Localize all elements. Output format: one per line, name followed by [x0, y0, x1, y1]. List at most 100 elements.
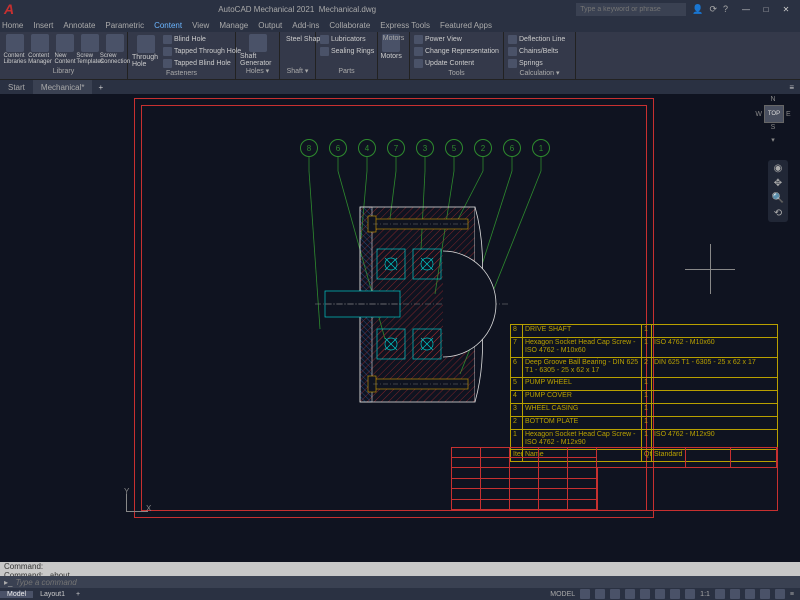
status-model-label[interactable]: MODEL — [550, 591, 575, 598]
tab-drawing[interactable]: Mechanical* — [33, 80, 93, 94]
part-lubricators[interactable]: Lubricators — [320, 34, 374, 45]
menu-manage[interactable]: Manage — [219, 21, 248, 30]
menu-featured-apps[interactable]: Featured Apps — [440, 21, 492, 30]
add-layout-button[interactable]: + — [72, 591, 84, 598]
maximize-button[interactable]: □ — [756, 5, 776, 14]
fastener-tapped-blind-hole[interactable]: Tapped Blind Hole — [163, 58, 241, 69]
bom-cell: ISO 4762 - M10x60 — [652, 338, 777, 357]
bom-row: 4PUMP COVER1 — [510, 390, 778, 403]
motor-power-view[interactable]: Power View — [414, 34, 499, 45]
menu-parametric[interactable]: Parametric — [105, 21, 144, 30]
layout-tab[interactable]: Layout1 — [33, 591, 72, 598]
command-window: Command: Command: _about ▸_ — [0, 562, 800, 588]
clean-screen-icon[interactable] — [775, 589, 785, 599]
bom-cell: 4 — [511, 391, 523, 403]
bom-cell: 1 — [642, 338, 652, 357]
transparency-toggle-icon[interactable] — [685, 589, 695, 599]
panel-label-library: Library — [4, 67, 123, 77]
bom-cell: 1 — [642, 391, 652, 403]
zoom-icon[interactable]: 🔍 — [772, 193, 784, 204]
annotation-scale[interactable]: 1:1 — [700, 591, 710, 598]
menu-insert[interactable]: Insert — [33, 21, 53, 30]
sync-icon[interactable]: ⟳ — [709, 4, 717, 15]
new-tab-button[interactable]: + — [92, 83, 109, 92]
calc-chains-belts[interactable]: Chains/Belts — [508, 46, 571, 57]
panel-label-motors-s: Motors — [382, 34, 405, 44]
menu-view[interactable]: View — [192, 21, 209, 30]
new-content-button[interactable]: NewContent — [54, 34, 76, 65]
drawing-canvas[interactable]: 864735261 — [0, 94, 800, 562]
bom-row: 6Deep Groove Ball Bearing - DIN 625 T1 -… — [510, 357, 778, 377]
drawing-frame-outer: 864735261 — [134, 98, 654, 518]
menu-express-tools[interactable]: Express Tools — [380, 21, 430, 30]
polar-toggle-icon[interactable] — [625, 589, 635, 599]
motor-change-representation[interactable]: Change Representation — [414, 46, 499, 57]
panel-label-calc: Calculation ▾ — [508, 69, 571, 79]
tab-start[interactable]: Start — [0, 80, 33, 94]
motor-update-content[interactable]: Update Content — [414, 58, 499, 69]
screw-templates-button[interactable]: ScrewTemplates — [79, 34, 101, 65]
shaft-steel-shapes[interactable]: Steel Shapes — [284, 34, 311, 45]
menu-annotate[interactable]: Annotate — [63, 21, 95, 30]
status-bar: Model Layout1 + MODEL 1:1 ≡ — [0, 588, 800, 600]
ortho-toggle-icon[interactable] — [610, 589, 620, 599]
bom-cell: 3 — [511, 404, 523, 416]
screw-connection-button[interactable]: ScrewConnection — [104, 34, 126, 65]
tabs-overflow-icon[interactable]: ≡ — [783, 83, 800, 92]
bom-cell: 2 — [511, 417, 523, 429]
through-hole-button[interactable]: Through Hole — [132, 34, 160, 69]
model-tab[interactable]: Model — [0, 591, 33, 598]
fastener-blind-hole[interactable]: Blind Hole — [163, 34, 241, 45]
app-logo: A — [4, 1, 14, 17]
bom-cell: DRIVE SHAFT — [523, 325, 642, 337]
content-manager-button[interactable]: ContentManager — [29, 34, 51, 65]
panel-label-holes: Holes ▾ — [240, 67, 275, 77]
menu-home[interactable]: Home — [2, 21, 23, 30]
part-sealing-rings[interactable]: Sealing Rings — [320, 46, 374, 57]
bom-cell — [652, 391, 777, 403]
otrack-toggle-icon[interactable] — [655, 589, 665, 599]
fastener-tapped-through-hole[interactable]: Tapped Through Hole — [163, 46, 241, 57]
menu-output[interactable]: Output — [258, 21, 282, 30]
customize-status-icon[interactable]: ≡ — [790, 591, 794, 598]
workspace-icon[interactable] — [715, 589, 725, 599]
snap-toggle-icon[interactable] — [595, 589, 605, 599]
calc-deflection-line[interactable]: Deflection Line — [508, 34, 571, 45]
menu-add-ins[interactable]: Add-ins — [292, 21, 319, 30]
pan-icon[interactable]: ✥ — [774, 178, 782, 189]
menu-collaborate[interactable]: Collaborate — [329, 21, 370, 30]
bom-cell: 2 — [642, 358, 652, 377]
bom-cell: Deep Groove Ball Bearing - DIN 625 T1 - … — [523, 358, 642, 377]
bom-cell: 1 — [642, 325, 652, 337]
bom-cell: PUMP COVER — [523, 391, 642, 403]
view-cube[interactable]: N WTOPE S ▾ — [754, 96, 792, 151]
bom-cell: 5 — [511, 378, 523, 390]
help-search-input[interactable] — [576, 3, 686, 16]
orbit-icon[interactable]: ⟲ — [774, 208, 782, 219]
lineweight-toggle-icon[interactable] — [670, 589, 680, 599]
panel-label-shaft: Shaft ▾ — [284, 67, 311, 77]
minimize-button[interactable]: — — [736, 5, 756, 14]
content-libraries-button[interactable]: ContentLibraries — [4, 34, 26, 65]
isolate-icon[interactable] — [745, 589, 755, 599]
panel-label-fasteners: Fasteners — [132, 69, 231, 79]
menu-content[interactable]: Content — [154, 21, 182, 30]
bom-cell: 1 — [642, 378, 652, 390]
bom-cell: 7 — [511, 338, 523, 357]
command-input[interactable] — [15, 578, 796, 587]
calc-springs[interactable]: Springs — [508, 58, 571, 69]
signin-icon[interactable]: 👤 — [692, 4, 703, 15]
close-button[interactable]: ✕ — [776, 5, 796, 14]
title-bar: A AutoCAD Mechanical 2021 Mechanical.dwg… — [0, 0, 800, 18]
bom-cell — [652, 404, 777, 416]
annotation-monitor-icon[interactable] — [730, 589, 740, 599]
bom-cell: 8 — [511, 325, 523, 337]
navigation-bar: ◉ ✥ 🔍 ⟲ — [768, 160, 788, 222]
grid-toggle-icon[interactable] — [580, 589, 590, 599]
help-icon[interactable]: ? — [723, 4, 728, 14]
hardware-accel-icon[interactable] — [760, 589, 770, 599]
shaft-generator-button[interactable]: Shaft Generator — [240, 34, 275, 67]
osnap-toggle-icon[interactable] — [640, 589, 650, 599]
mechanical-drawing — [315, 199, 515, 409]
nav-wheel-icon[interactable]: ◉ — [774, 163, 783, 174]
